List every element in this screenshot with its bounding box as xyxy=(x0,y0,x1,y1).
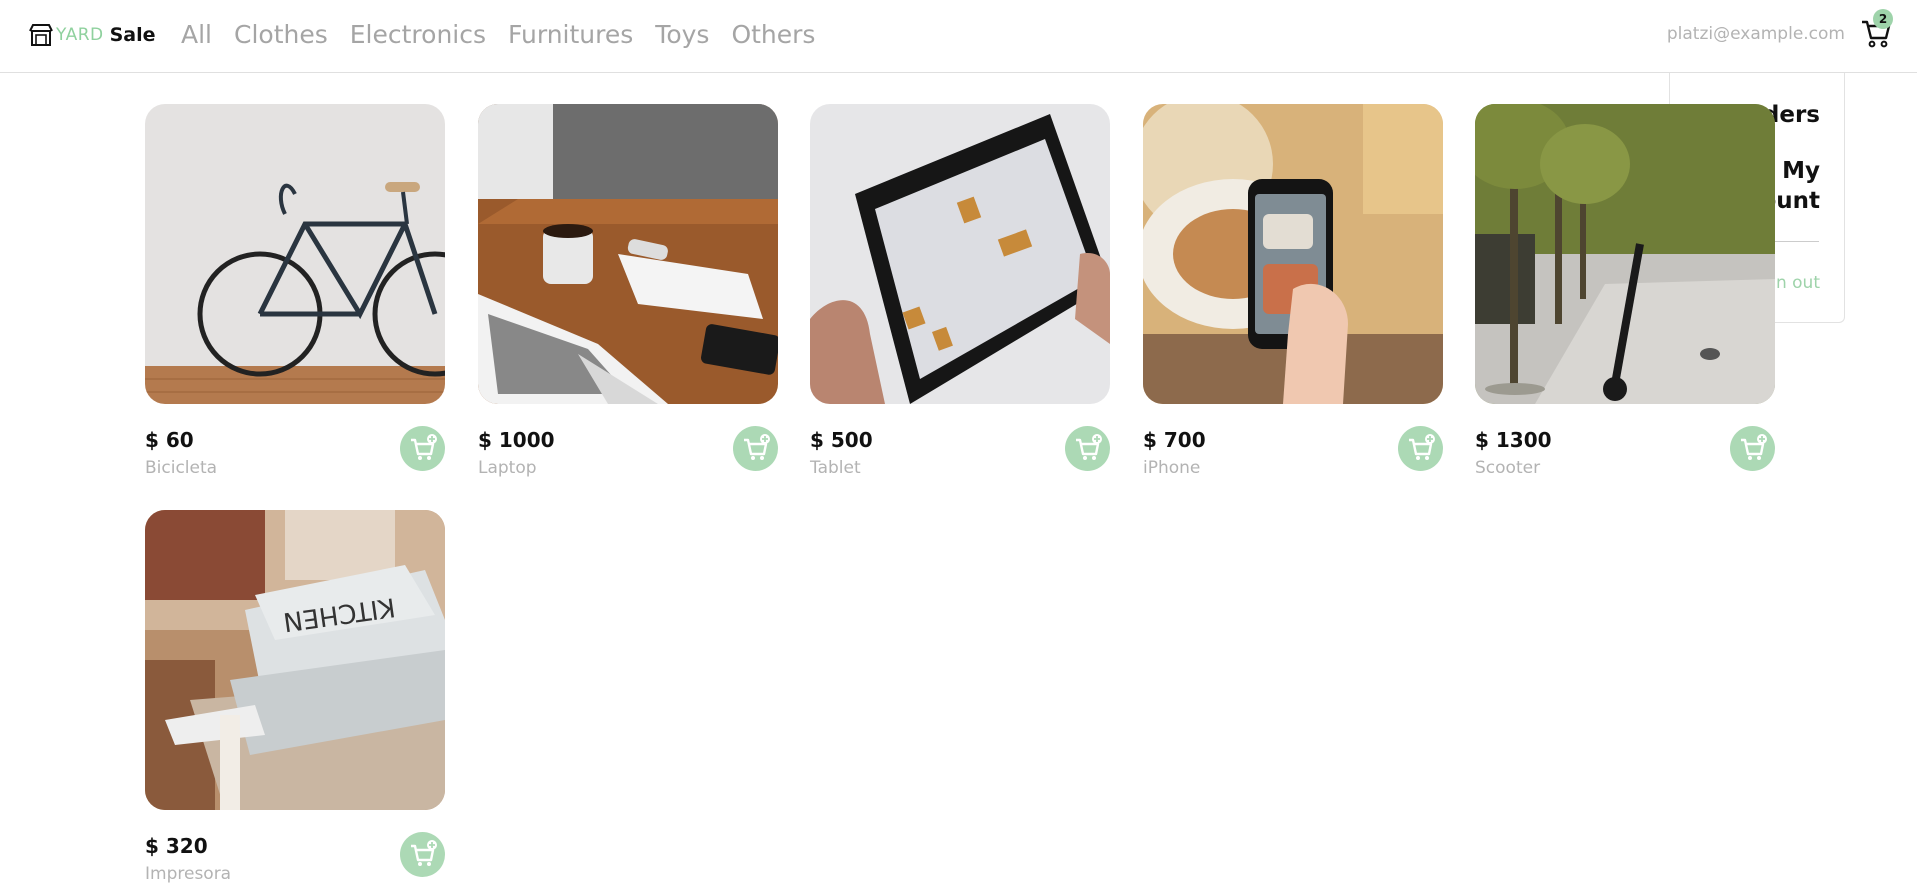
add-to-cart-icon xyxy=(1409,434,1435,460)
product-card[interactable]: KITCHEN $ 320 Impresora xyxy=(145,510,445,884)
product-name: Scooter xyxy=(1475,458,1541,478)
phone-photo xyxy=(1143,104,1443,404)
product-image[interactable] xyxy=(810,104,1110,404)
laptop-desk-photo xyxy=(478,104,778,404)
add-to-cart-icon xyxy=(1741,434,1767,460)
bicycle-photo xyxy=(145,104,445,404)
product-image[interactable] xyxy=(478,104,778,404)
add-to-cart-button[interactable] xyxy=(400,426,445,471)
add-to-cart-button[interactable] xyxy=(1730,426,1775,471)
product-name: iPhone xyxy=(1143,458,1201,478)
product-name: Impresora xyxy=(145,864,232,884)
top-navbar: YARD Sale All Clothes Electronics Furnit… xyxy=(0,0,1917,73)
logo-text-sale: Sale xyxy=(109,24,156,46)
product-card[interactable]: $ 60 Bicicleta xyxy=(145,104,445,478)
nav-item-electronics[interactable]: Electronics xyxy=(350,16,486,54)
add-to-cart-button[interactable] xyxy=(1398,426,1443,471)
product-price: $ 320 xyxy=(145,834,208,858)
product-card[interactable]: $ 700 iPhone xyxy=(1143,104,1443,478)
add-to-cart-icon xyxy=(411,434,437,460)
user-email[interactable]: platzi@example.com xyxy=(1667,24,1845,44)
add-to-cart-icon xyxy=(1076,434,1102,460)
product-name: Laptop xyxy=(478,458,537,478)
product-card[interactable]: $ 1300 Scooter xyxy=(1475,104,1775,478)
add-to-cart-icon xyxy=(744,434,770,460)
logo-text-yard: YARD xyxy=(56,25,104,45)
product-image[interactable] xyxy=(1475,104,1775,404)
add-to-cart-button[interactable] xyxy=(400,832,445,877)
add-to-cart-button[interactable] xyxy=(733,426,778,471)
product-price: $ 700 xyxy=(1143,428,1206,452)
scooter-photo xyxy=(1475,104,1775,404)
product-name: Tablet xyxy=(810,458,861,478)
cart-count-badge: 2 xyxy=(1873,9,1893,29)
product-name: Bicicleta xyxy=(145,458,218,478)
add-to-cart-button[interactable] xyxy=(1065,426,1110,471)
nav-item-all[interactable]: All xyxy=(181,16,212,54)
tablet-photo xyxy=(810,104,1110,404)
product-card[interactable]: $ 1000 Laptop xyxy=(478,104,778,478)
product-price: $ 1300 xyxy=(1475,428,1552,452)
logo[interactable]: YARD Sale xyxy=(28,20,156,50)
product-card[interactable]: $ 500 Tablet xyxy=(810,104,1110,478)
nav-item-toys[interactable]: Toys xyxy=(655,16,709,54)
storefront-icon xyxy=(29,24,53,46)
nav-item-others[interactable]: Others xyxy=(731,16,815,54)
nav-item-clothes[interactable]: Clothes xyxy=(234,16,328,54)
product-price: $ 60 xyxy=(145,428,194,452)
nav-item-furnitures[interactable]: Furnitures xyxy=(508,16,633,54)
product-image[interactable] xyxy=(1143,104,1443,404)
add-to-cart-icon xyxy=(411,840,437,866)
product-price: $ 500 xyxy=(810,428,873,452)
category-nav: All Clothes Electronics Furnitures Toys … xyxy=(181,16,837,54)
product-image[interactable] xyxy=(145,104,445,404)
product-price: $ 1000 xyxy=(478,428,555,452)
printer-photo: KITCHEN xyxy=(145,510,445,810)
product-image[interactable]: KITCHEN xyxy=(145,510,445,810)
